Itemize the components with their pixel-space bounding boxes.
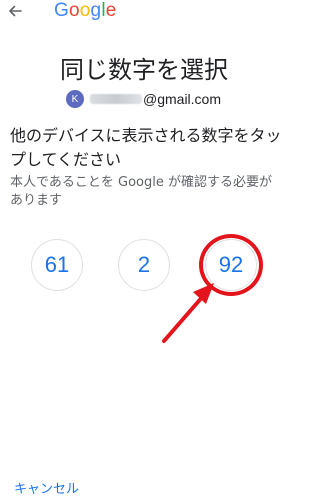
number-option[interactable]: 61 [31, 239, 83, 291]
email-redacted-blur [90, 94, 142, 104]
instruction-subtext: 本人であることを Google が確認する必要があります [10, 175, 272, 208]
google-logo: Google [54, 0, 117, 22]
page-title: 同じ数字を選択 [60, 56, 228, 84]
logo-letter: e [105, 0, 117, 21]
arrow-left-icon[interactable] [6, 2, 24, 20]
logo-letter: g [90, 0, 102, 21]
logo-letter: o [68, 0, 80, 21]
number-option-highlighted[interactable]: 92 [205, 239, 257, 291]
email-domain: @gmail.com [143, 91, 222, 107]
account-chip[interactable]: K @gmail.com [66, 89, 221, 109]
top-bar: Google [0, 0, 288, 28]
logo-letter: o [79, 0, 91, 21]
cancel-button[interactable]: キャンセル [14, 478, 79, 497]
logo-letter: G [54, 0, 69, 21]
number-option[interactable]: 2 [118, 239, 170, 291]
instruction-heading: 他のデバイスに表示される数字をタップしてください [10, 126, 282, 169]
avatar: K [66, 90, 84, 108]
